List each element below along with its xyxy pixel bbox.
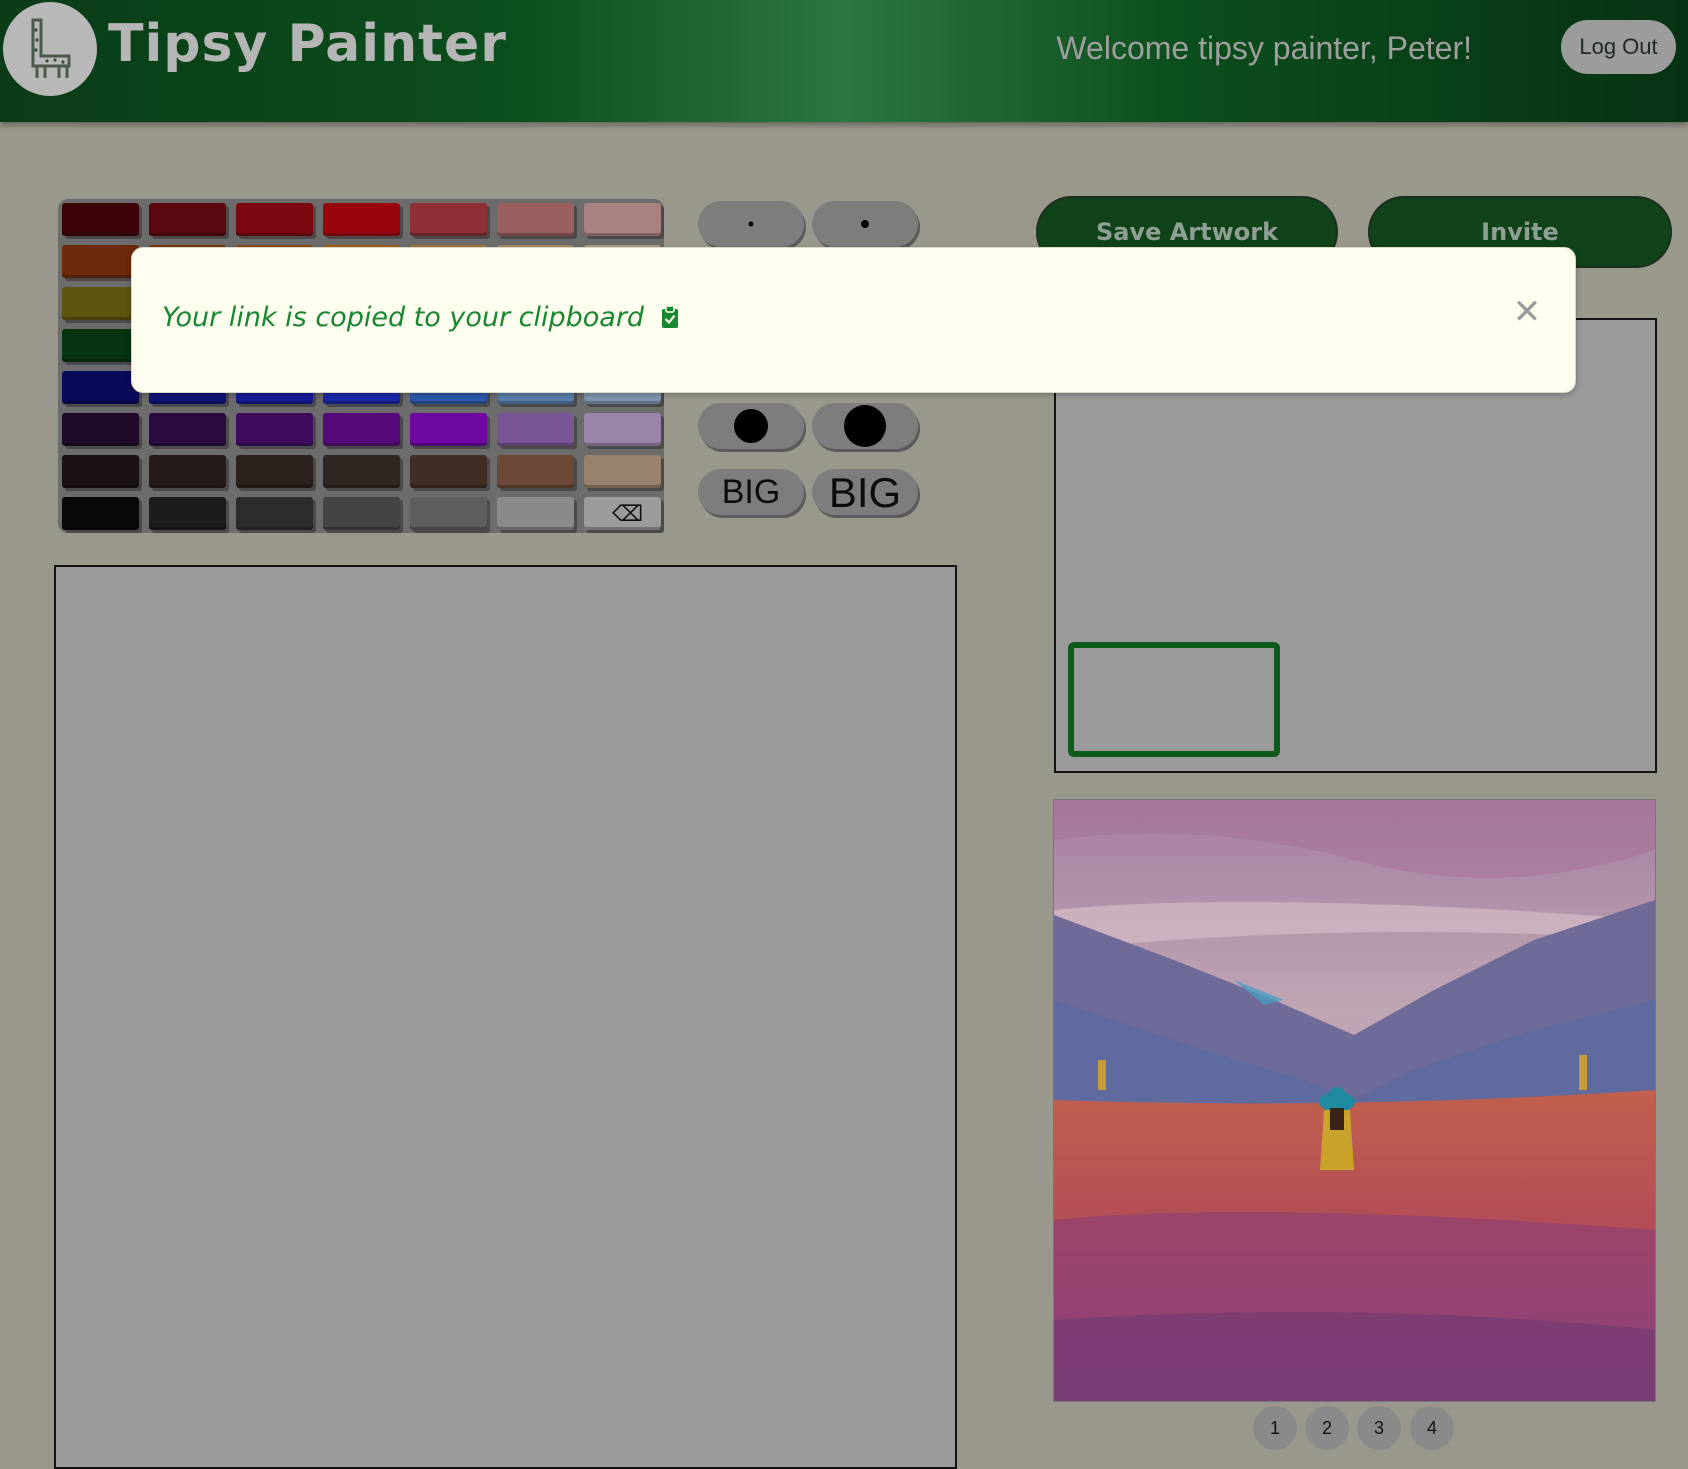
brush-size-big[interactable]: BIG bbox=[698, 469, 804, 515]
color-swatch[interactable] bbox=[236, 497, 313, 530]
brush-size-5[interactable] bbox=[698, 403, 804, 449]
clipboard-check-icon bbox=[661, 305, 679, 336]
brush-size-6[interactable] bbox=[812, 403, 918, 449]
brush-dot bbox=[734, 409, 768, 443]
color-swatch[interactable] bbox=[410, 455, 487, 488]
page-button-2[interactable]: 2 bbox=[1305, 1406, 1349, 1450]
color-swatch[interactable] bbox=[236, 203, 313, 236]
color-swatch[interactable] bbox=[497, 455, 574, 488]
brush-dot bbox=[748, 221, 754, 227]
color-swatch[interactable] bbox=[62, 287, 139, 320]
logout-button[interactable]: Log Out bbox=[1561, 20, 1676, 74]
color-swatch[interactable] bbox=[62, 371, 139, 404]
eraser-button[interactable]: ⌫ bbox=[584, 497, 661, 530]
reference-painting bbox=[1053, 799, 1656, 1402]
app-title: Tipsy Painter bbox=[108, 14, 507, 74]
viewport-indicator[interactable] bbox=[1068, 642, 1280, 757]
color-swatch[interactable] bbox=[62, 497, 139, 530]
welcome-message: Welcome tipsy painter, Peter! bbox=[1056, 30, 1472, 66]
color-swatch[interactable] bbox=[149, 455, 226, 488]
toast-text: Your link is copied to your clipboard bbox=[162, 302, 645, 333]
color-swatch[interactable] bbox=[323, 455, 400, 488]
color-swatch[interactable] bbox=[62, 413, 139, 446]
llama-icon bbox=[31, 18, 71, 78]
color-swatch[interactable] bbox=[410, 203, 487, 236]
color-swatch[interactable] bbox=[236, 413, 313, 446]
color-swatch[interactable] bbox=[323, 497, 400, 530]
page-button-4[interactable]: 4 bbox=[1410, 1406, 1454, 1450]
color-swatch[interactable] bbox=[323, 413, 400, 446]
toast-message: Your link is copied to your clipboard bbox=[162, 302, 679, 336]
color-swatch[interactable] bbox=[149, 413, 226, 446]
color-swatch[interactable] bbox=[410, 497, 487, 530]
color-swatch[interactable] bbox=[62, 245, 139, 278]
logo[interactable] bbox=[3, 2, 97, 96]
app-header: Tipsy Painter Welcome tipsy painter, Pet… bbox=[0, 0, 1688, 122]
color-swatch[interactable] bbox=[497, 413, 574, 446]
color-swatch[interactable] bbox=[62, 203, 139, 236]
color-swatch[interactable] bbox=[149, 203, 226, 236]
brush-size-1[interactable] bbox=[698, 201, 804, 247]
color-swatch[interactable] bbox=[410, 413, 487, 446]
page-button-3[interactable]: 3 bbox=[1357, 1406, 1401, 1450]
brush-dot bbox=[844, 405, 886, 447]
eraser-icon: ⌫ bbox=[612, 502, 644, 527]
color-swatch[interactable] bbox=[584, 203, 661, 236]
color-swatch[interactable] bbox=[323, 203, 400, 236]
color-swatch[interactable] bbox=[497, 497, 574, 530]
color-swatch[interactable] bbox=[584, 413, 661, 446]
color-swatch[interactable] bbox=[236, 455, 313, 488]
drawing-canvas[interactable] bbox=[54, 565, 957, 1469]
close-icon[interactable]: ✕ bbox=[1507, 292, 1547, 332]
color-swatch[interactable] bbox=[62, 329, 139, 362]
brush-dot bbox=[861, 220, 869, 228]
color-swatch[interactable] bbox=[62, 455, 139, 488]
brush-size-bigger[interactable]: BIG bbox=[812, 469, 918, 516]
brush-size-2[interactable] bbox=[812, 201, 918, 247]
page-button-1[interactable]: 1 bbox=[1253, 1406, 1297, 1450]
color-swatch[interactable] bbox=[149, 497, 226, 530]
color-swatch[interactable] bbox=[497, 203, 574, 236]
toast-notification: Your link is copied to your clipboard ✕ bbox=[131, 247, 1576, 393]
color-swatch[interactable] bbox=[584, 455, 661, 488]
